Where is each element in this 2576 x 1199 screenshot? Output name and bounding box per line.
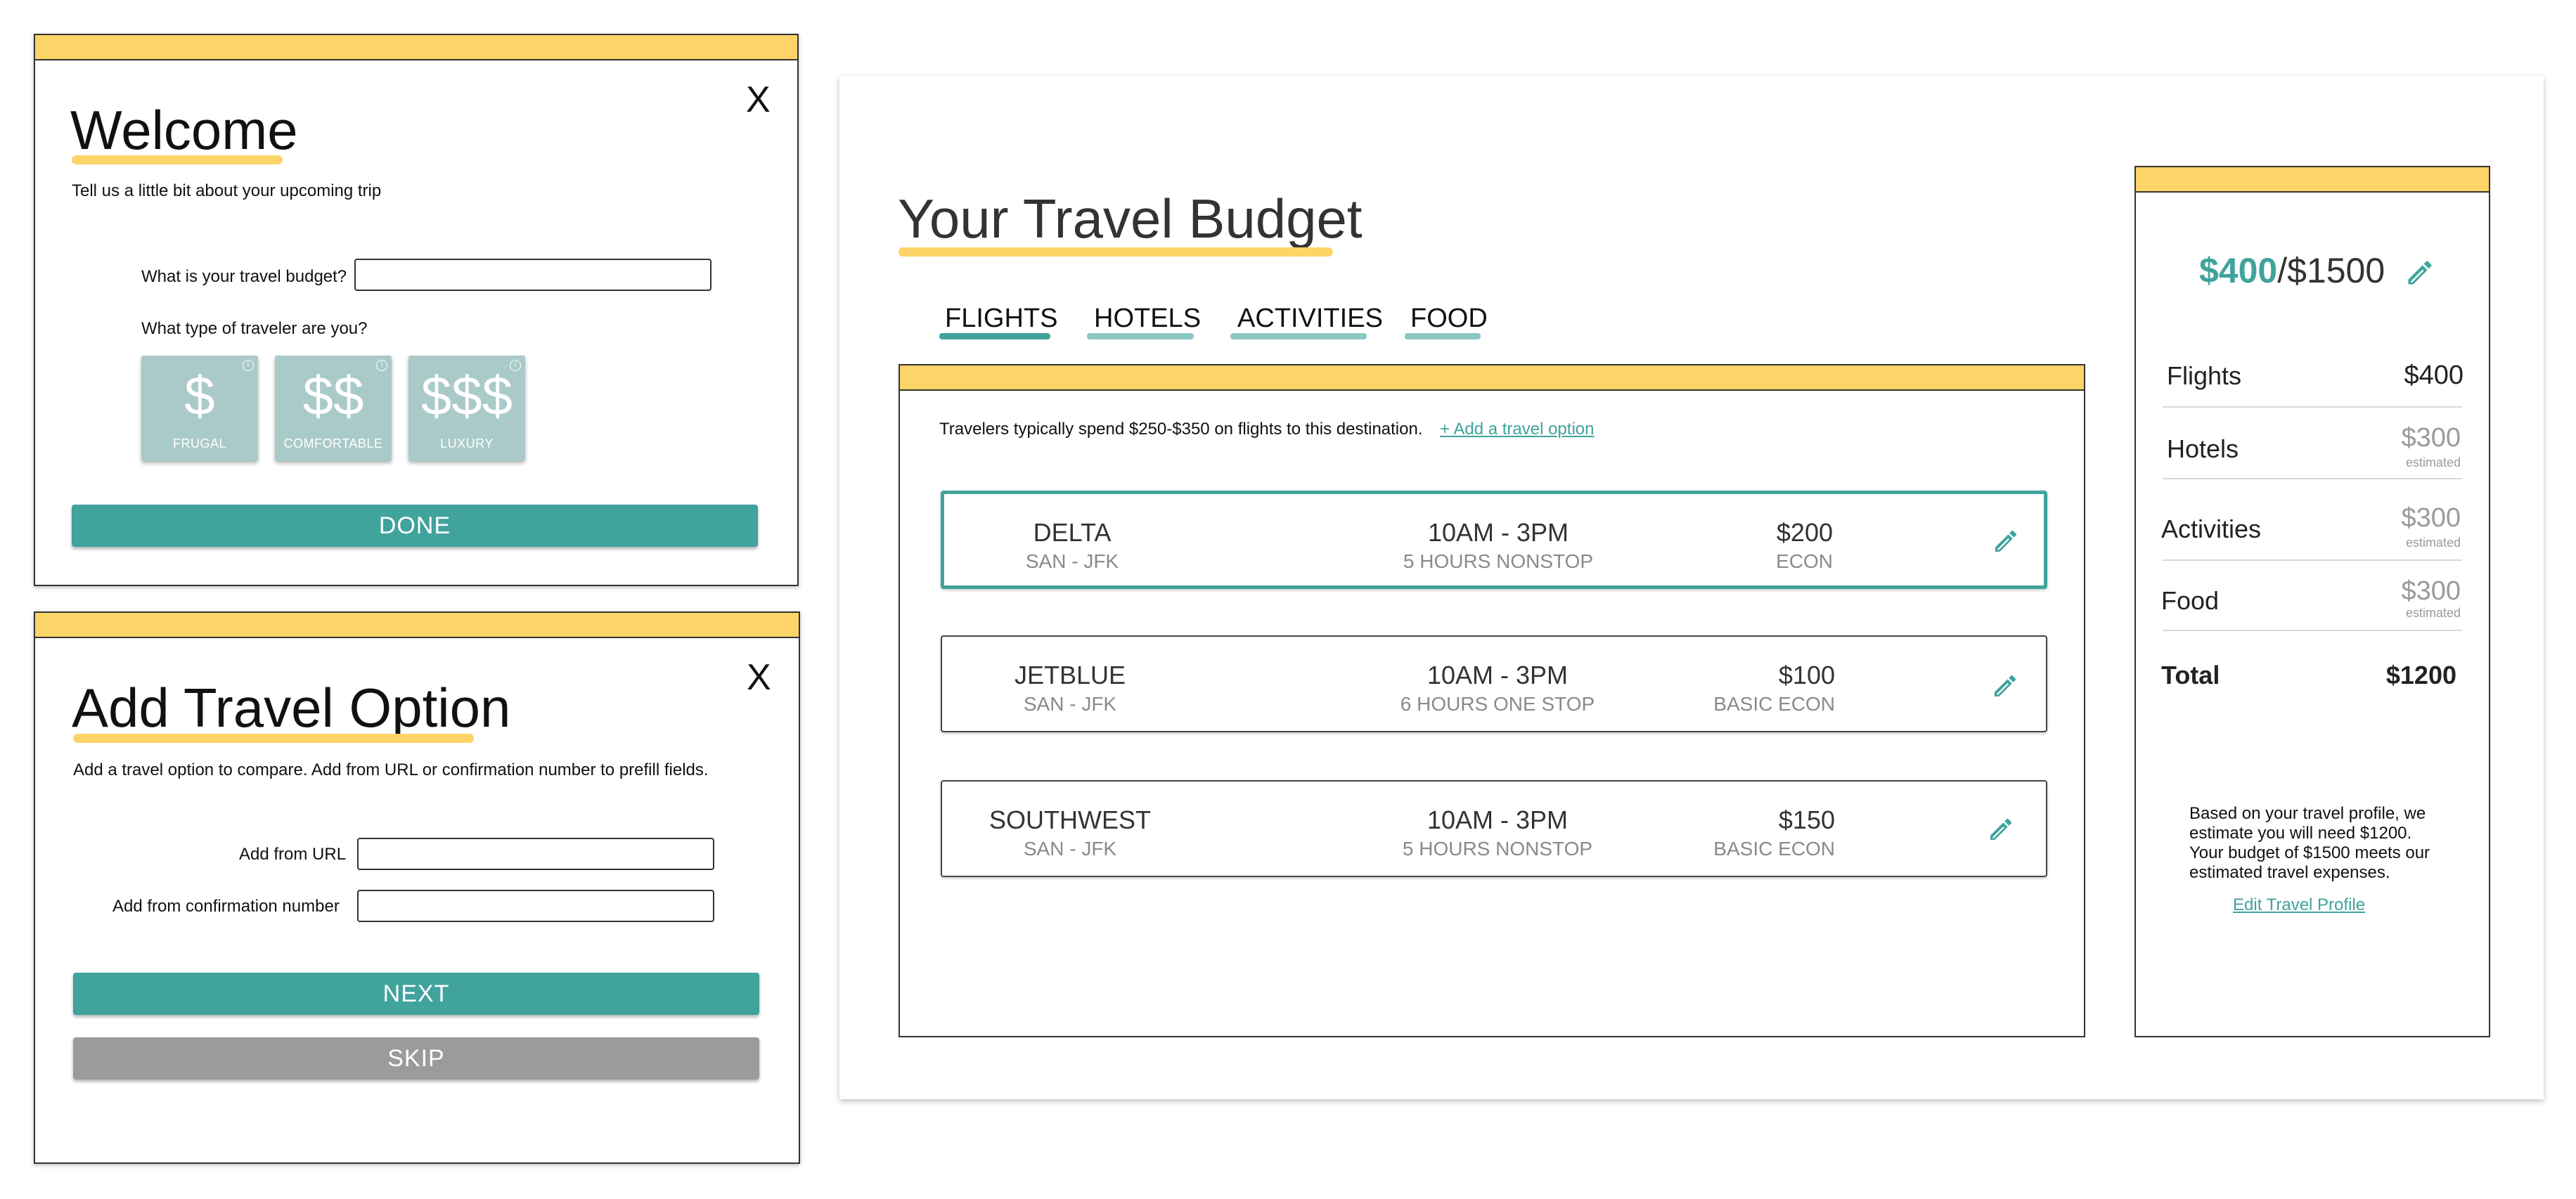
welcome-title: Welcome [70,99,298,161]
summary-divider [2163,406,2462,408]
info-text: Travelers typically spend $250-$350 on f… [939,420,1423,439]
flight-class: BASIC ECON [1713,693,1835,715]
summary-note-activities: estimated [2405,536,2461,550]
flight-price: $100 [1778,661,1835,689]
dollar-icon: $$$ [420,365,513,427]
flight-time: 10AM - 3PM [1427,518,1569,547]
flights-info-text: Travelers typically spend $250-$350 on f… [939,420,1423,439]
title-underline [72,155,283,164]
add-option-title: Add Travel Option [72,677,511,739]
traveler-type-label: What type of traveler are you? [141,319,368,338]
tab-flights[interactable]: FLIGHTS [945,304,1057,334]
edit-pencil-icon[interactable] [1991,672,2019,700]
skip-button[interactable]: SKIP [73,1037,759,1080]
summary-value-hotels: $300 [2401,423,2461,453]
flight-duration: 6 HOURS ONE STOP [1400,693,1595,715]
flight-route: SAN - JFK [1023,838,1117,860]
close-button[interactable]: X [746,82,771,118]
summary-value-flights: $400 [2404,361,2464,390]
estimate-note: Based on your travel profile, we estimat… [2189,804,2430,883]
budget-title: Your Travel Budget [898,188,1363,249]
confirmation-input[interactable] [357,890,714,922]
container-header-bar [2136,167,2489,193]
title-underline [73,734,474,743]
tab-activities-indicator [1230,333,1367,339]
summary-total-label: Total [2161,661,2220,689]
summary-label-activities: Activities [2161,514,2262,543]
welcome-subtitle: Tell us a little bit about your upcoming… [72,181,382,200]
flight-card-delta[interactable]: DELTA SAN - JFK 10AM - 3PM 5 HOURS NONST… [941,491,2047,589]
edit-pencil-icon[interactable] [1992,527,2020,555]
dollar-icon: $ [184,365,215,427]
add-travel-option-modal: X Add Travel Option Add a travel option … [34,611,800,1164]
summary-label-food: Food [2161,586,2220,615]
tab-hotels-indicator [1087,333,1194,339]
edit-pencil-icon[interactable] [2404,257,2435,288]
flight-card-southwest[interactable]: SOUTHWEST SAN - JFK 10AM - 3PM 5 HOURS N… [941,780,2047,877]
tab-flights-indicator [939,333,1050,339]
url-input[interactable] [357,838,714,870]
budget-total-heading: $400/$1500 [2199,250,2385,291]
add-option-link-wrap: + Add a travel option [1440,420,1595,439]
tier-label: COMFORTABLE [283,436,383,451]
flight-route: SAN - JFK [1023,693,1117,715]
flight-route: SAN - JFK [1025,550,1119,572]
summary-note-hotels: estimated [2405,455,2461,469]
flight-class: ECON [1776,550,1833,572]
airline-name: SOUTHWEST [989,805,1151,834]
flight-price: $150 [1778,805,1835,834]
flight-card-jetblue[interactable]: JETBLUE SAN - JFK 10AM - 3PM 6 HOURS ONE… [941,635,2047,732]
add-option-subtitle: Add a travel option to compare. Add from… [73,760,709,779]
modal-header-bar [35,35,797,60]
tier-label: FRUGAL [172,436,226,451]
budget-input[interactable] [354,259,711,291]
note-line: estimated travel expenses. [2189,863,2390,882]
flight-duration: 5 HOURS NONSTOP [1403,550,1594,572]
confirmation-label: Add from confirmation number [112,897,340,916]
next-button[interactable]: NEXT [73,973,759,1015]
edit-pencil-icon[interactable] [1987,815,2015,843]
url-label: Add from URL [239,845,347,864]
summary-value-food: $300 [2401,576,2461,606]
summary-label-hotels: Hotels [2167,434,2239,463]
edit-travel-profile-link[interactable]: Edit Travel Profile [2233,895,2365,914]
tier-label: LUXURY [440,436,494,451]
airline-name: JETBLUE [1014,661,1126,689]
note-line: Based on your travel profile, we [2189,804,2426,823]
airline-name: DELTA [1033,518,1112,547]
summary-total-value: $1200 [2385,661,2456,689]
spent-amount: $400 [2199,251,2278,290]
total-budget-amount: /$1500 [2277,251,2385,290]
add-travel-option-link[interactable]: + Add a travel option [1440,420,1595,439]
done-button[interactable]: DONE [72,505,758,547]
summary-label-flights: Flights [2167,361,2242,390]
modal-header-bar [35,613,799,638]
summary-divider [2163,630,2462,631]
tier-frugal[interactable]: i $ FRUGAL [141,356,258,461]
close-button[interactable]: X [747,659,771,696]
edit-profile-link-wrap: Edit Travel Profile [2233,895,2365,915]
flight-duration: 5 HOURS NONSTOP [1402,838,1593,860]
budget-label: What is your travel budget? [141,267,347,286]
summary-value-activities: $300 [2401,503,2461,533]
flight-class: BASIC ECON [1713,838,1835,860]
tier-luxury[interactable]: i $$$ LUXURY [408,356,525,461]
note-line: estimate you will need $1200. [2189,824,2412,843]
container-header-bar [900,365,2084,391]
welcome-modal: X Welcome Tell us a little bit about you… [34,34,799,586]
title-underline [899,247,1333,257]
flight-time: 10AM - 3PM [1427,805,1569,834]
flight-price: $200 [1776,518,1833,547]
summary-divider [2163,478,2462,479]
tab-activities[interactable]: ACTIVITIES [1237,304,1383,334]
summary-divider [2163,559,2462,561]
dollar-icon: $$ [302,365,364,427]
tab-food[interactable]: FOOD [1410,304,1488,334]
note-line: Your budget of $1500 meets our [2189,843,2430,862]
tier-comfortable[interactable]: i $$ COMFORTABLE [275,356,392,461]
tab-hotels[interactable]: HOTELS [1094,304,1201,334]
flight-time: 10AM - 3PM [1427,661,1569,689]
tab-food-indicator [1405,333,1481,339]
summary-note-food: estimated [2405,606,2461,620]
